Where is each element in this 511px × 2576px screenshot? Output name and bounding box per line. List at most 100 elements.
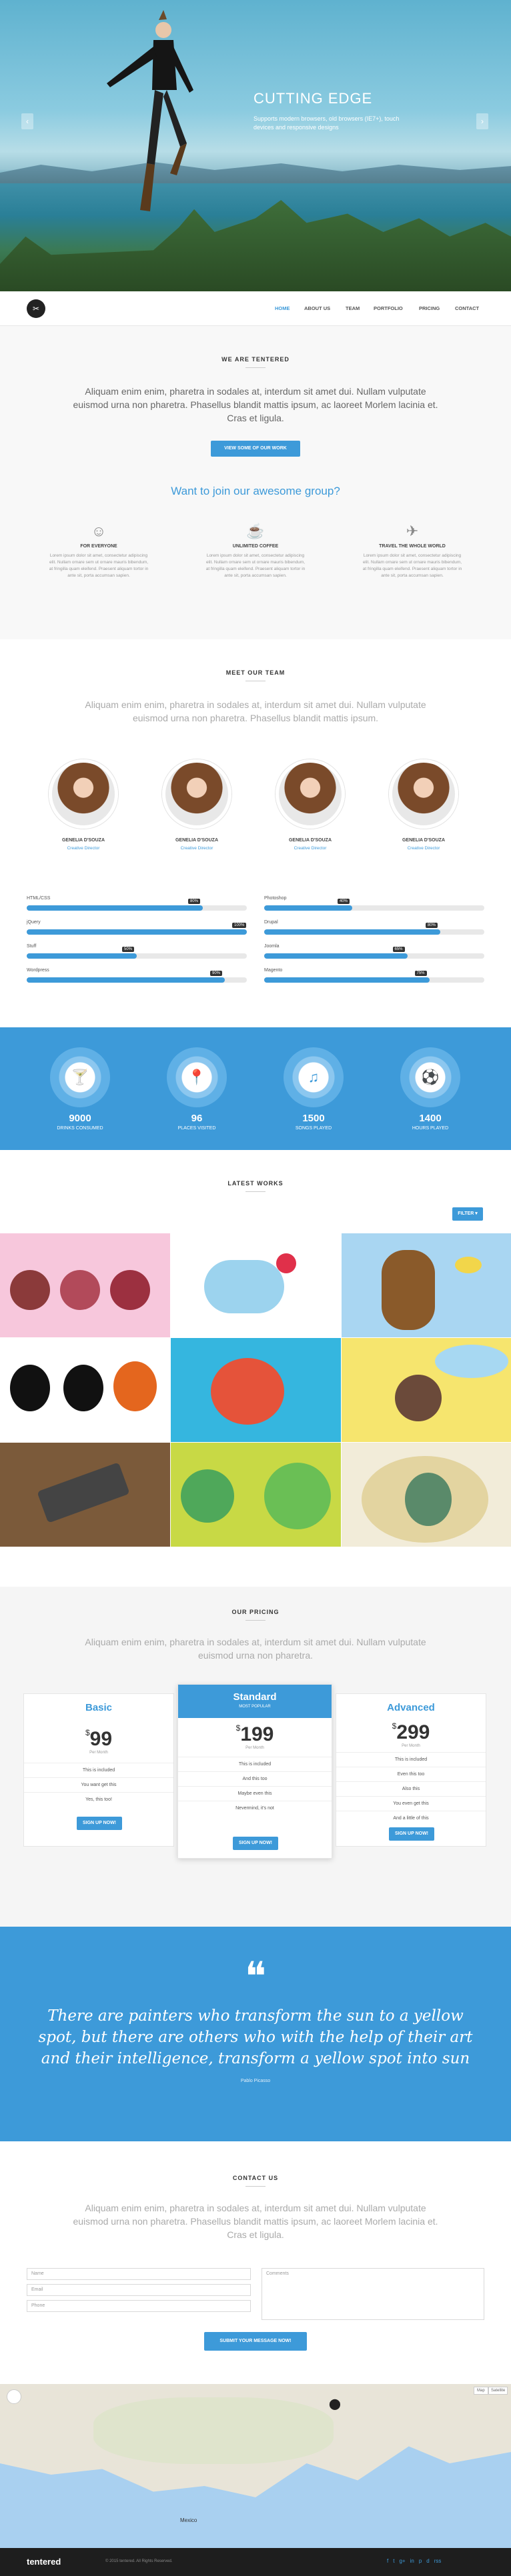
plan-period: Per Month — [245, 1746, 264, 1750]
stat-drinks: 🍸 9000 DRINKS CONSUMED — [40, 1047, 120, 1131]
portfolio-item[interactable] — [0, 1338, 170, 1442]
feature-everyone: ☺ FOR EVERYONE Lorem ipsum dolor sit ame… — [49, 523, 149, 579]
skill-track: 65% — [264, 947, 484, 959]
location-map[interactable]: ⬤ Mexico Map Satellite — [0, 2384, 511, 2548]
submit-button[interactable]: SUBMIT YOUR MESSAGE NOW! — [204, 2332, 307, 2351]
facebook-icon[interactable]: f — [387, 2558, 388, 2564]
feature-travel: ✈ TRAVEL THE WHOLE WORLD Lorem ipsum dol… — [362, 523, 462, 579]
member-name: GENELIA D'SOUZA — [288, 838, 332, 843]
stat-caption: SONGS PLAYED — [295, 1126, 332, 1131]
avatar — [276, 759, 345, 829]
footer: tentered © 2015 tentered. All Rights Res… — [0, 2548, 511, 2576]
hero-slider: CUTTING EDGE Supports modern browsers, o… — [0, 0, 511, 291]
stat-places: 📍 96 PLACES VISITED — [157, 1047, 237, 1131]
slider-prev-arrow[interactable]: ‹ — [21, 113, 33, 129]
hero-title: CUTTING EDGE — [253, 90, 373, 107]
skill-track: 75% — [264, 971, 484, 983]
map-type-satellite-button[interactable]: Satellite — [488, 2387, 508, 2395]
view-work-button[interactable]: VIEW SOME OF OUR WORK — [211, 441, 300, 457]
join-heading: Want to join our awesome group? — [171, 485, 340, 497]
portfolio-item[interactable] — [342, 1233, 511, 1337]
feature-coffee: ☕ UNLIMITED COFFEE Lorem ipsum dolor sit… — [205, 523, 306, 579]
linkedin-icon[interactable]: in — [410, 2558, 414, 2564]
slider-next-arrow[interactable]: › — [476, 113, 488, 129]
nav-contact[interactable]: CONTACT — [455, 305, 479, 311]
skill-track: 90% — [27, 971, 247, 983]
logo-scissors-icon[interactable]: ✂ — [27, 299, 45, 318]
plan-standard: Standard MOST POPULAR $199 Per Month Thi… — [177, 1684, 332, 1859]
map-marker-icon[interactable]: ⬤ — [329, 2397, 341, 2411]
hero-subtitle: Supports modern browsers, old browsers (… — [253, 115, 400, 131]
portfolio-item[interactable] — [171, 1443, 341, 1547]
googleplus-icon[interactable]: g+ — [399, 2558, 405, 2564]
plan-price: 199 — [240, 1723, 274, 1745]
skill-percent: 100% — [232, 923, 247, 928]
quote-text: There are painters who transform the sun… — [38, 2007, 473, 2067]
skill-fill — [264, 929, 440, 935]
signup-button[interactable]: SIGN UP NOW! — [77, 1817, 122, 1830]
member-name: GENELIA D'SOUZA — [402, 838, 446, 843]
pinterest-icon[interactable]: p — [419, 2558, 422, 2564]
nav-portfolio[interactable]: PORTFOLIO — [374, 305, 403, 311]
plan-feature: Yes, this too! — [24, 1792, 173, 1807]
nav-team[interactable]: TEAM — [346, 305, 360, 311]
title-divider — [245, 1620, 266, 1621]
nav-about[interactable]: ABOUT US — [304, 305, 330, 311]
portfolio-item[interactable] — [342, 1338, 511, 1442]
nav-pricing[interactable]: PRICING — [419, 305, 440, 311]
stat-caption: DRINKS CONSUMED — [57, 1126, 103, 1131]
email-field[interactable]: Email — [27, 2284, 251, 2296]
portfolio-item[interactable] — [171, 1338, 341, 1442]
stat-number: 96 — [191, 1113, 203, 1124]
team-section: MEET OUR TEAM Aliquam enim enim, pharetr… — [0, 639, 511, 1027]
skill-percent: 90% — [210, 971, 223, 976]
plan-name: Standard — [233, 1691, 277, 1703]
portfolio-item[interactable] — [171, 1233, 341, 1337]
twitter-icon[interactable]: t — [393, 2558, 394, 2564]
plan-period: Per Month — [402, 1744, 420, 1748]
portfolio-item[interactable] — [342, 1443, 511, 1547]
phone-field[interactable]: Phone — [27, 2300, 251, 2312]
filter-button[interactable]: FILTER ▾ — [452, 1207, 483, 1221]
dribbble-icon[interactable]: d — [426, 2558, 429, 2564]
pricing-lead: Aliquam enim enim, pharetra in sodales a… — [85, 1637, 426, 1661]
skill-name: Joomla — [264, 944, 280, 949]
signup-button[interactable]: SIGN UP NOW! — [233, 1837, 278, 1850]
team-member: GENELIA D'SOUZA Creative Director — [157, 759, 237, 851]
title-divider — [245, 1191, 266, 1192]
skill-fill — [27, 905, 203, 911]
coffee-icon: ☕ — [246, 523, 265, 539]
footer-logo[interactable]: tentered — [27, 2557, 61, 2567]
skill-name: Drupal — [264, 920, 278, 925]
feature-text: Lorem ipsum dolor sit amet, consectetur … — [362, 553, 462, 578]
team-member: GENELIA D'SOUZA Creative Director — [270, 759, 350, 851]
name-field[interactable]: Name — [27, 2268, 251, 2280]
plan-feature: Maybe even this — [178, 1786, 332, 1801]
member-role: Creative Director — [67, 846, 100, 851]
rss-icon[interactable]: rss — [434, 2558, 442, 2564]
footer-copyright: © 2015 tentered. All Rights Reserved. — [105, 2559, 173, 2563]
hero-mountains — [0, 162, 511, 183]
pricing-title: OUR PRICING — [231, 1609, 280, 1615]
skill-percent: 65% — [392, 947, 405, 952]
stat-hours: ⚽ 1400 HOURS PLAYED — [390, 1047, 470, 1131]
map-type-map-button[interactable]: Map — [474, 2387, 488, 2395]
quote-section: ❝ There are painters who transform the s… — [0, 1927, 511, 2141]
skill-percent: 50% — [122, 947, 135, 952]
member-name: GENELIA D'SOUZA — [61, 838, 105, 843]
nav-home[interactable]: HOME — [275, 305, 290, 311]
comments-textarea[interactable]: Comments — [262, 2268, 484, 2320]
map-pan-control[interactable] — [7, 2389, 21, 2404]
skill-bar: Joomla 65% — [264, 944, 484, 961]
signup-button[interactable]: SIGN UP NOW! — [389, 1827, 434, 1841]
portfolio-item[interactable] — [0, 1443, 170, 1547]
skill-bar: Magento 75% — [264, 968, 484, 985]
hero-dancer-image — [107, 10, 193, 211]
feature-text: Lorem ipsum dolor sit amet, consectetur … — [205, 553, 306, 578]
plan-feature: You even get this — [336, 1796, 486, 1811]
plan-feature: Nevermind, it's not — [178, 1801, 332, 1815]
contact-section: CONTACT US Aliquam enim enim, pharetra i… — [0, 2141, 511, 2384]
portfolio-item[interactable] — [0, 1233, 170, 1337]
skill-track: 80% — [264, 923, 484, 935]
plan-name: Advanced — [387, 1702, 435, 1713]
